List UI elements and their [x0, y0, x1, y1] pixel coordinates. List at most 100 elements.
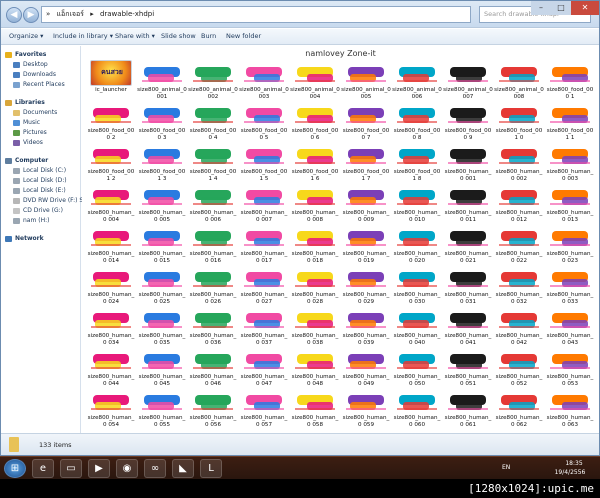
file-item[interactable]: size800_human_0 055: [137, 388, 187, 429]
file-item[interactable]: size800_animal_0 007: [443, 60, 493, 101]
sidebar-item-downloads[interactable]: Downloads: [13, 70, 56, 80]
file-item[interactable]: size800_human_0 034: [86, 306, 136, 347]
file-item[interactable]: size800_human_0 005: [137, 183, 187, 224]
file-item[interactable]: size800_human_0 007: [239, 183, 289, 224]
forward-button[interactable]: ▶: [23, 7, 39, 23]
file-item[interactable]: size800_human_0 019: [341, 224, 391, 265]
file-item[interactable]: size800_human_0 058: [290, 388, 340, 429]
file-item[interactable]: size800_human_0 049: [341, 347, 391, 388]
file-item[interactable]: size800_animal_0 002: [188, 60, 238, 101]
file-item[interactable]: size800_food_001 8: [392, 142, 442, 183]
launcher-file[interactable]: คนสวย ic_launcher: [86, 60, 136, 101]
file-item[interactable]: size800_human_0 061: [443, 388, 493, 429]
slide-show-button[interactable]: Slide show: [161, 29, 196, 44]
file-item[interactable]: size800_human_0 013: [545, 183, 595, 224]
file-item[interactable]: size800_human_0 027: [239, 265, 289, 306]
file-item[interactable]: size800_human_0 012: [494, 183, 544, 224]
file-item[interactable]: size800_human_0 002: [494, 142, 544, 183]
file-item[interactable]: size800_food_000 4: [188, 101, 238, 142]
sidebar-item-dvd-rw-drive-f-st[interactable]: DVD RW Drive (F:) St: [13, 196, 86, 206]
file-item[interactable]: size800_human_0 038: [290, 306, 340, 347]
file-item[interactable]: size800_human_0 057: [239, 388, 289, 429]
sidebar-item-network[interactable]: Network: [5, 234, 44, 244]
sidebar-item-nam-h[interactable]: nam (H:): [13, 216, 49, 226]
file-item[interactable]: size800_human_0 004: [86, 183, 136, 224]
language-indicator[interactable]: EN: [502, 464, 510, 472]
file-item[interactable]: size800_human_0 045: [137, 347, 187, 388]
file-item[interactable]: size800_human_0 037: [239, 306, 289, 347]
file-item[interactable]: size800_human_0 028: [290, 265, 340, 306]
file-item[interactable]: size800_human_0 023: [545, 224, 595, 265]
address-bar[interactable]: » แอ็กเจอร์ ▸ drawable-xhdpi: [41, 6, 471, 23]
file-item[interactable]: size800_human_0 036: [188, 306, 238, 347]
file-item[interactable]: size800_animal_0 001: [137, 60, 187, 101]
file-item[interactable]: size800_human_0 062: [494, 388, 544, 429]
burn-button[interactable]: Burn: [201, 29, 216, 44]
share-with-button[interactable]: Share with ▾: [115, 29, 155, 44]
file-item[interactable]: size800_human_0 039: [341, 306, 391, 347]
internet-explorer-icon[interactable]: e: [32, 459, 54, 478]
sidebar-item-local-disk-c[interactable]: Local Disk (C:): [13, 166, 66, 176]
file-item[interactable]: size800_human_0 047: [239, 347, 289, 388]
file-item[interactable]: size800_human_0 051: [443, 347, 493, 388]
file-item[interactable]: size800_animal_0 004: [290, 60, 340, 101]
clock-time[interactable]: 18:35: [556, 460, 592, 468]
file-item[interactable]: size800_animal_0 008: [494, 60, 544, 101]
file-item[interactable]: size800_food_001 3: [137, 142, 187, 183]
file-item[interactable]: size800_food_001 7: [341, 142, 391, 183]
file-item[interactable]: size800_human_0 035: [137, 306, 187, 347]
file-item[interactable]: size800_human_0 029: [341, 265, 391, 306]
file-item[interactable]: size800_food_000 1: [545, 60, 595, 101]
file-item[interactable]: size800_human_0 001: [443, 142, 493, 183]
file-item[interactable]: size800_food_000 8: [392, 101, 442, 142]
sidebar-item-recent-places[interactable]: Recent Places: [13, 80, 65, 90]
file-item[interactable]: size800_food_001 6: [290, 142, 340, 183]
file-item[interactable]: size800_human_0 026: [188, 265, 238, 306]
file-item[interactable]: size800_animal_0 003: [239, 60, 289, 101]
file-item[interactable]: size800_human_0 040: [392, 306, 442, 347]
line-app-icon[interactable]: L: [200, 459, 222, 478]
sidebar-item-pictures[interactable]: Pictures: [13, 128, 47, 138]
file-item[interactable]: size800_human_0 060: [392, 388, 442, 429]
sidebar-item-favorites[interactable]: Favorites: [5, 50, 46, 60]
file-item[interactable]: size800_human_0 043: [545, 306, 595, 347]
visual-studio-icon[interactable]: ∞: [144, 459, 166, 478]
file-item[interactable]: size800_human_0 015: [137, 224, 187, 265]
sidebar-item-videos[interactable]: Videos: [13, 138, 43, 148]
file-item[interactable]: size800_human_0 020: [392, 224, 442, 265]
file-item[interactable]: size800_food_000 2: [86, 101, 136, 142]
file-item[interactable]: size800_food_000 5: [239, 101, 289, 142]
file-item[interactable]: size800_animal_0 006: [392, 60, 442, 101]
file-item[interactable]: size800_human_0 014: [86, 224, 136, 265]
file-item[interactable]: size800_human_0 050: [392, 347, 442, 388]
sidebar-item-local-disk-e[interactable]: Local Disk (E:): [13, 186, 66, 196]
file-item[interactable]: size800_animal_0 005: [341, 60, 391, 101]
file-item[interactable]: size800_food_001 2: [86, 142, 136, 183]
organize-button[interactable]: Organize ▾: [9, 29, 43, 44]
start-button[interactable]: ⊞: [4, 459, 26, 478]
sidebar-item-computer[interactable]: Computer: [5, 156, 48, 166]
file-item[interactable]: size800_food_001 4: [188, 142, 238, 183]
chrome-icon[interactable]: ◉: [116, 459, 138, 478]
sidebar-item-music[interactable]: Music: [13, 118, 40, 128]
file-item[interactable]: size800_human_0 054: [86, 388, 136, 429]
include-in-library-button[interactable]: Include in library ▾: [53, 29, 113, 44]
file-item[interactable]: size800_food_000 6: [290, 101, 340, 142]
file-item[interactable]: size800_human_0 017: [239, 224, 289, 265]
address-chevron[interactable]: »: [46, 10, 50, 18]
file-item[interactable]: size800_food_001 5: [239, 142, 289, 183]
sidebar-item-libraries[interactable]: Libraries: [5, 98, 45, 108]
file-item[interactable]: size800_human_0 044: [86, 347, 136, 388]
file-item[interactable]: size800_human_0 010: [392, 183, 442, 224]
file-item[interactable]: size800_food_001 1: [545, 101, 595, 142]
file-item[interactable]: size800_human_0 046: [188, 347, 238, 388]
clock-date[interactable]: 19/4/2556: [548, 469, 592, 477]
sidebar-item-cd-drive-g[interactable]: CD Drive (G:): [13, 206, 63, 216]
close-button[interactable]: ✕: [571, 1, 599, 15]
file-item[interactable]: size800_human_0 033: [545, 265, 595, 306]
file-item[interactable]: size800_human_0 041: [443, 306, 493, 347]
file-item[interactable]: size800_human_0 016: [188, 224, 238, 265]
sidebar-item-documents[interactable]: Documents: [13, 108, 57, 118]
file-item[interactable]: size800_human_0 042: [494, 306, 544, 347]
sidebar-item-desktop[interactable]: Desktop: [13, 60, 48, 70]
